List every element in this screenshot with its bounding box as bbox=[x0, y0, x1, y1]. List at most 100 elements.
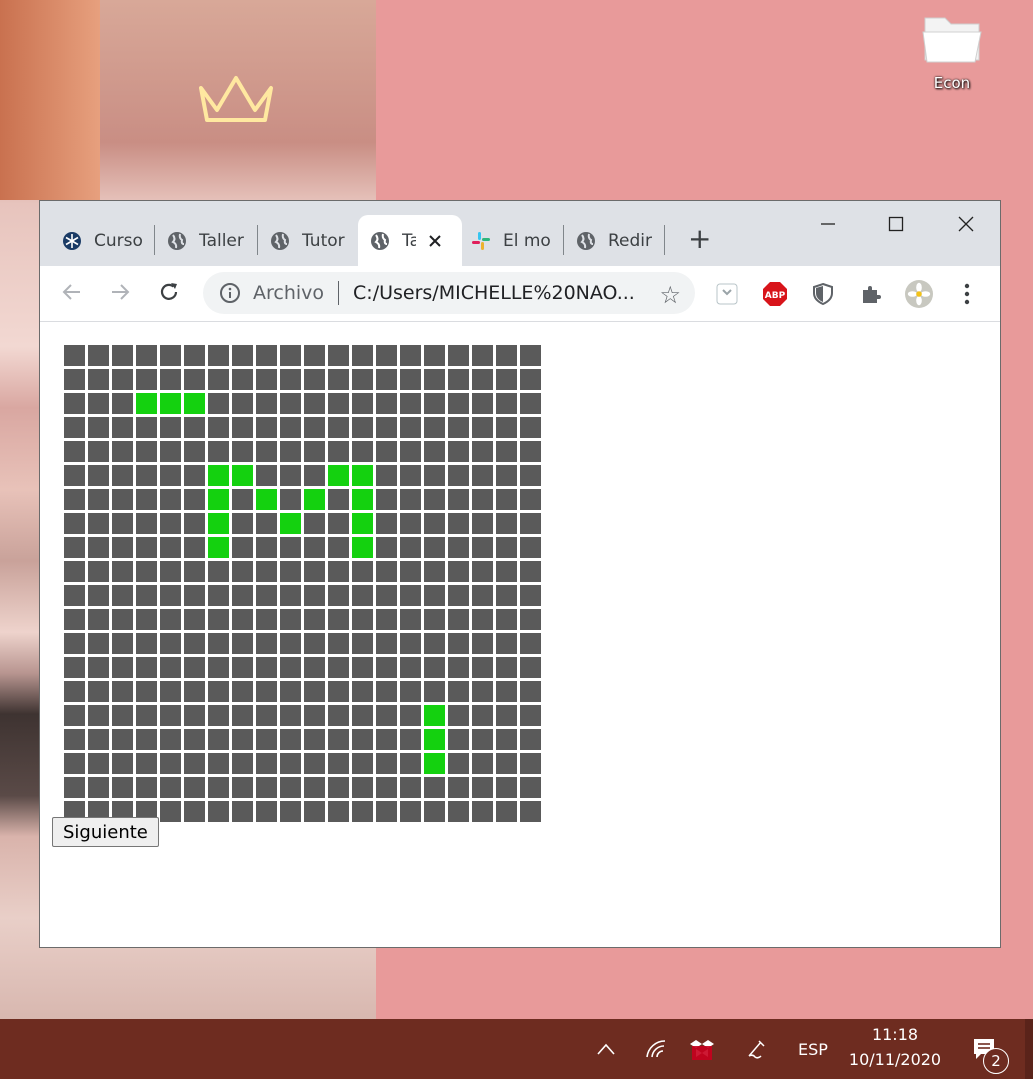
extensions-button[interactable] bbox=[857, 280, 885, 308]
grid-cell[interactable] bbox=[496, 585, 517, 606]
grid-cell[interactable] bbox=[64, 537, 85, 558]
grid-cell[interactable] bbox=[208, 729, 229, 750]
grid-cell[interactable] bbox=[112, 417, 133, 438]
grid-cell[interactable] bbox=[136, 681, 157, 702]
grid-cell[interactable] bbox=[136, 657, 157, 678]
grid-cell[interactable] bbox=[160, 681, 181, 702]
grid-cell[interactable] bbox=[520, 465, 541, 486]
grid-cell[interactable] bbox=[400, 657, 421, 678]
grid-cell[interactable] bbox=[112, 465, 133, 486]
grid-cell[interactable] bbox=[496, 561, 517, 582]
grid-cell[interactable] bbox=[184, 585, 205, 606]
grid-cell[interactable] bbox=[496, 609, 517, 630]
grid-cell[interactable] bbox=[88, 465, 109, 486]
grid-cell[interactable] bbox=[232, 777, 253, 798]
grid-cell[interactable] bbox=[400, 345, 421, 366]
grid-cell[interactable] bbox=[352, 585, 373, 606]
grid-cell[interactable] bbox=[280, 465, 301, 486]
grid-cell[interactable] bbox=[88, 705, 109, 726]
grid-cell[interactable] bbox=[280, 585, 301, 606]
grid-cell[interactable] bbox=[352, 753, 373, 774]
grid-cell[interactable] bbox=[472, 513, 493, 534]
grid-cell[interactable] bbox=[424, 465, 445, 486]
show-hidden-icons-button[interactable] bbox=[590, 1019, 622, 1079]
grid-cell[interactable] bbox=[304, 729, 325, 750]
grid-cell[interactable] bbox=[184, 561, 205, 582]
grid-cell[interactable] bbox=[400, 489, 421, 510]
grid-cell[interactable] bbox=[64, 609, 85, 630]
grid-cell[interactable] bbox=[472, 585, 493, 606]
grid-cell[interactable] bbox=[208, 393, 229, 414]
grid-cell[interactable] bbox=[64, 561, 85, 582]
grid-cell-alive[interactable] bbox=[424, 729, 445, 750]
grid-cell[interactable] bbox=[472, 369, 493, 390]
grid-cell[interactable] bbox=[352, 441, 373, 462]
tab-ta-active[interactable]: Ta bbox=[358, 215, 462, 266]
grid-cell[interactable] bbox=[112, 345, 133, 366]
grid-cell[interactable] bbox=[112, 633, 133, 654]
grid-cell[interactable] bbox=[424, 585, 445, 606]
grid-cell[interactable] bbox=[304, 657, 325, 678]
grid-cell[interactable] bbox=[136, 561, 157, 582]
grid-cell[interactable] bbox=[64, 369, 85, 390]
grid-cell[interactable] bbox=[112, 729, 133, 750]
grid-cell[interactable] bbox=[280, 345, 301, 366]
grid-cell[interactable] bbox=[280, 801, 301, 822]
grid-cell[interactable] bbox=[328, 801, 349, 822]
grid-cell[interactable] bbox=[184, 729, 205, 750]
grid-cell[interactable] bbox=[472, 561, 493, 582]
grid-cell[interactable] bbox=[232, 489, 253, 510]
grid-cell[interactable] bbox=[424, 681, 445, 702]
grid-cell[interactable] bbox=[424, 561, 445, 582]
grid-cell[interactable] bbox=[112, 393, 133, 414]
grid-cell[interactable] bbox=[256, 585, 277, 606]
grid-cell-alive[interactable] bbox=[160, 393, 181, 414]
grid-cell[interactable] bbox=[352, 561, 373, 582]
grid-cell[interactable] bbox=[304, 345, 325, 366]
grid-cell[interactable] bbox=[88, 657, 109, 678]
grid-cell-alive[interactable] bbox=[352, 537, 373, 558]
grid-cell[interactable] bbox=[328, 609, 349, 630]
grid-cell[interactable] bbox=[448, 465, 469, 486]
grid-cell[interactable] bbox=[328, 633, 349, 654]
grid-cell[interactable] bbox=[472, 777, 493, 798]
grid-cell[interactable] bbox=[256, 369, 277, 390]
grid-cell[interactable] bbox=[520, 537, 541, 558]
grid-cell[interactable] bbox=[496, 441, 517, 462]
grid-cell[interactable] bbox=[352, 729, 373, 750]
grid-cell-alive[interactable] bbox=[208, 537, 229, 558]
grid-cell[interactable] bbox=[112, 489, 133, 510]
grid-cell[interactable] bbox=[160, 441, 181, 462]
grid-cell[interactable] bbox=[112, 369, 133, 390]
grid-cell-alive[interactable] bbox=[424, 753, 445, 774]
grid-cell[interactable] bbox=[328, 657, 349, 678]
grid-cell[interactable] bbox=[280, 777, 301, 798]
grid-cell[interactable] bbox=[448, 561, 469, 582]
grid-cell[interactable] bbox=[328, 561, 349, 582]
grid-cell[interactable] bbox=[400, 705, 421, 726]
grid-cell[interactable] bbox=[232, 657, 253, 678]
grid-cell[interactable] bbox=[448, 537, 469, 558]
grid-cell[interactable] bbox=[400, 585, 421, 606]
grid-cell-alive[interactable] bbox=[208, 465, 229, 486]
grid-cell[interactable] bbox=[256, 729, 277, 750]
grid-cell[interactable] bbox=[304, 537, 325, 558]
info-icon[interactable] bbox=[219, 282, 241, 304]
grid-cell[interactable] bbox=[160, 537, 181, 558]
grid-cell[interactable] bbox=[472, 417, 493, 438]
pen-tray-button[interactable] bbox=[740, 1019, 772, 1079]
grid-cell[interactable] bbox=[136, 633, 157, 654]
chrome-menu-button[interactable] bbox=[953, 280, 981, 308]
grid-cell[interactable] bbox=[448, 609, 469, 630]
grid-cell[interactable] bbox=[280, 369, 301, 390]
grid-cell[interactable] bbox=[280, 705, 301, 726]
grid-cell[interactable] bbox=[352, 417, 373, 438]
grid-cell[interactable] bbox=[232, 393, 253, 414]
grid-cell[interactable] bbox=[112, 537, 133, 558]
grid-cell[interactable] bbox=[232, 705, 253, 726]
maximize-button[interactable] bbox=[866, 209, 926, 239]
grid-cell[interactable] bbox=[304, 465, 325, 486]
grid-cell[interactable] bbox=[208, 441, 229, 462]
grid-cell[interactable] bbox=[184, 345, 205, 366]
grid-cell[interactable] bbox=[424, 537, 445, 558]
